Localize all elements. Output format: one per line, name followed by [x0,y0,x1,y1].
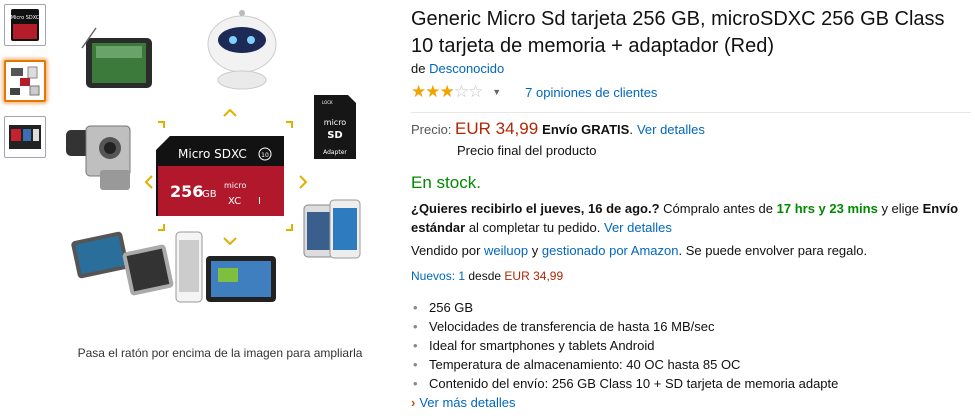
price-value: EUR 34,99 [455,119,539,138]
svg-text:micro: micro [324,118,347,127]
sd-adapter-image: micro SD Adapter LOCK [314,95,356,159]
reviews-link[interactable]: 7 opiniones de clientes [525,85,657,100]
free-shipping: Envío GRATIS [542,122,630,137]
tablet-image [81,27,152,88]
dashcam-image [66,125,131,190]
thumbnail-devices[interactable] [4,60,46,102]
fulfilled-by-amazon-link[interactable]: gestionado por Amazon [542,243,679,258]
devices-thumb-icon [10,66,40,96]
delivery-buy-before: Cómpralo antes de [663,201,774,216]
price-final-note: Precio final del producto [457,143,597,158]
main-product-image[interactable]: micro SD Adapter LOCK Micro SDXC 10 256 … [52,0,397,330]
thumbnail-sd-card[interactable]: Micro SDXC [4,4,46,46]
delivery-question: ¿Quieres recibirlo el jueves, 16 de ago.… [411,201,660,216]
feature-bullet: Velocidades de transferencia de hasta 16… [411,317,971,336]
seller-link[interactable]: weiluop [484,243,528,258]
star-icon: ★ [425,82,440,101]
seller-info: Vendido por weiluop y gestionado por Ama… [411,243,971,258]
sd-card-thumb-icon: Micro SDXC [11,9,40,41]
product-title: Generic Micro Sd tarjeta 256 GB, microSD… [411,8,945,57]
star-empty-icon: ☆ [468,82,483,101]
delivery-choose: y elige [881,201,920,216]
product-info: Generic Micro Sd tarjeta 256 GB, microSD… [411,0,971,410]
more-details-link[interactable]: Ver más detalles [419,395,515,410]
delivery-complete: al completar tu pedido. [468,220,601,235]
delivery-info: ¿Quieres recibirlo el jueves, 16 de ago.… [411,199,971,237]
tablet-and-phone-image [175,231,276,303]
rating-row: ★★★☆☆ ▼ 7 opiniones de clientes [411,82,971,102]
brand-line: de Desconocido [411,61,971,76]
svg-text:Micro SDXC: Micro SDXC [11,15,40,21]
svg-text:Adapter: Adapter [323,149,347,156]
divider [411,112,971,113]
star-rating[interactable]: ★★★☆☆ [411,82,483,102]
star-empty-icon: ☆ [453,82,469,101]
price-row: Precio: EUR 34,99 Envío GRATIS . Ver det… [411,119,971,139]
feature-bullet: Temperatura de almacenamiento: 40 OC has… [411,355,971,374]
gift-note: . Se puede envolver para regalo. [678,243,868,258]
gps-device-image [71,231,174,296]
shipping-sep: . [629,122,633,137]
micro-sdxc-card-image: Micro SDXC 10 256 GB micro XC I [156,136,284,216]
feature-bullet: 256 GB [411,298,971,317]
seller-and: y [531,243,539,258]
svg-text:LOCK: LOCK [322,100,333,105]
svg-text:GB: GB [202,189,217,200]
smartphone-image [303,199,361,259]
delivery-details-link[interactable]: Ver detalles [604,220,672,235]
star-icon: ★ [411,82,426,101]
feature-bullets: 256 GB Velocidades de transferencia de h… [411,298,971,393]
new-offers-from: desde [468,269,502,283]
delivery-countdown: 17 hrs y 23 mins [776,201,878,216]
thumbnail-list: Micro SDXC [4,4,48,172]
shipping-details-link[interactable]: Ver detalles [637,119,705,139]
svg-text:I: I [258,196,261,207]
zoom-hint: Pasa el ratón por encima de la imagen pa… [77,346,363,360]
stock-status: En stock. [411,173,481,192]
chevron-right-icon: › [411,395,416,410]
more-details: › Ver más detalles [411,395,971,410]
svg-text:micro: micro [224,181,247,190]
svg-text:XC: XC [228,196,241,207]
feature-bullet: Ideal for smartphones y tablets Android [411,336,971,355]
new-offers-link[interactable]: Nuevos: 1 [411,269,465,283]
sold-by-label: Vendido por [411,243,481,258]
robot-speaker-image [207,10,277,90]
svg-text:Micro SDXC: Micro SDXC [178,147,247,161]
feature-bullet: Contenido del envío: 256 GB Class 10 + S… [411,374,971,393]
new-offers: Nuevos: 1 desde EUR 34,99 [411,269,971,283]
svg-text:256: 256 [170,182,203,201]
brand-link[interactable]: Desconocido [429,61,504,76]
star-icon: ★ [439,82,455,101]
svg-text:10: 10 [261,152,269,159]
price-label: Precio: [411,122,452,137]
brand-prefix: de [411,61,426,76]
thumbnail-package[interactable] [4,116,46,158]
new-offers-price: EUR 34,99 [504,269,564,283]
package-thumb-icon [9,125,41,149]
svg-text:SD: SD [327,130,343,141]
chevron-down-icon[interactable]: ▼ [492,87,501,97]
